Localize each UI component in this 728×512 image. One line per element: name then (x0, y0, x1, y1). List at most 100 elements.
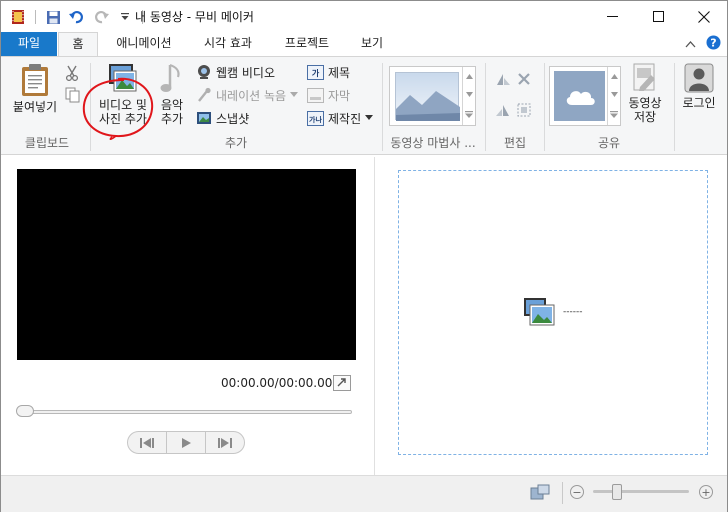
next-frame-icon (218, 437, 232, 448)
paste-button[interactable]: 붙여넣기 (9, 63, 61, 114)
tab-view[interactable]: 보기 (349, 32, 395, 56)
group-separator (544, 63, 545, 151)
group-label-share: 공유 (597, 136, 621, 150)
svg-text:가나: 가나 (309, 115, 322, 124)
webcam-label: 웹캠 비디오 (216, 65, 276, 80)
storyboard-hint-text: ------ (563, 307, 583, 317)
snapshot-button[interactable]: 스냅샷 (196, 108, 249, 128)
red-circle-annotation (82, 77, 154, 141)
group-label-edit: 편집 (503, 136, 527, 150)
share-gallery-scroll[interactable] (607, 67, 620, 125)
user-avatar-icon (684, 63, 714, 93)
snapshot-label: 스냅샷 (216, 111, 250, 126)
thumbnail-size-icon[interactable] (530, 484, 550, 503)
redo-icon[interactable] (92, 8, 110, 26)
playback-controls (127, 431, 245, 454)
sign-in-button[interactable]: 로그인 (677, 63, 721, 110)
cut-icon[interactable] (65, 65, 79, 84)
save-movie-button[interactable]: 동영상 저장 (623, 63, 667, 124)
app-icon[interactable] (9, 8, 27, 26)
tab-project[interactable]: 프로젝트 (271, 32, 343, 56)
snapshot-icon (197, 112, 211, 124)
add-music-label-2: 추가 (160, 112, 184, 126)
tab-home[interactable]: 홈 (58, 32, 98, 57)
theme-thumbnail[interactable] (395, 72, 460, 121)
group-label-automovie: 동영상 마법사 ... (390, 136, 476, 150)
group-separator (674, 63, 675, 151)
close-icon (698, 10, 710, 23)
collapse-ribbon-icon[interactable] (685, 37, 696, 51)
onedrive-share-tile[interactable] (554, 71, 605, 121)
minimize-button[interactable] (589, 1, 635, 32)
scroll-down-icon[interactable] (465, 92, 473, 98)
tab-file[interactable]: 파일 (1, 32, 57, 56)
add-music-label-1: 음악 (160, 98, 184, 112)
playback-timecode: 00:00.00/00:00.00 (221, 376, 333, 390)
rotate-left-icon[interactable] (495, 72, 511, 89)
credits-label: 제작진 (328, 111, 362, 126)
group-label-add: 추가 (224, 136, 248, 150)
customize-qat-icon[interactable] (116, 8, 134, 26)
add-music-button[interactable]: 음악 추가 (153, 63, 191, 126)
play-icon (182, 437, 191, 448)
zoom-in-button[interactable]: + (699, 485, 713, 499)
record-narration-button[interactable]: 내레이션 녹음 (196, 85, 299, 105)
scroll-down-icon[interactable] (610, 92, 618, 98)
tab-visual-effects[interactable]: 시각 효과 (191, 32, 265, 56)
scroll-up-icon[interactable] (465, 73, 473, 79)
tab-animations[interactable]: 애니메이션 (102, 32, 186, 56)
microphone-icon (198, 87, 211, 102)
seek-bar[interactable] (19, 410, 352, 414)
chevron-down-icon (365, 115, 374, 120)
remove-icon[interactable] (517, 72, 531, 89)
credits-button[interactable]: 가나 제작진 (307, 108, 374, 128)
title-bar: 내 동영상 - 무비 메이커 (1, 1, 727, 32)
qat-separator (35, 10, 36, 24)
add-media-icon (524, 298, 555, 326)
group-separator (485, 63, 486, 151)
title-icon: 가 (307, 64, 324, 80)
maximize-icon (652, 11, 664, 22)
fullscreen-icon[interactable] (333, 375, 351, 394)
svg-text:가: 가 (312, 68, 320, 78)
clipboard-paste-icon (22, 64, 48, 96)
save-icon[interactable] (44, 8, 62, 26)
webcam-icon (198, 65, 210, 79)
rotate-right-icon[interactable] (495, 103, 511, 120)
undo-icon[interactable] (68, 8, 86, 26)
previous-frame-button[interactable] (128, 432, 167, 453)
title-label: 제목 (328, 65, 351, 80)
gallery-scroll[interactable] (462, 67, 475, 125)
gallery-expand-icon[interactable] (465, 111, 473, 119)
zoom-out-button[interactable]: − (570, 485, 584, 499)
gallery-expand-icon[interactable] (610, 111, 618, 119)
cloud-icon (566, 91, 595, 105)
save-movie-icon (633, 63, 655, 91)
video-preview[interactable] (17, 169, 356, 360)
help-icon[interactable]: ? (706, 35, 721, 53)
pane-splitter[interactable] (374, 157, 375, 475)
select-all-icon[interactable] (517, 103, 531, 120)
next-frame-button[interactable] (206, 432, 244, 453)
close-button[interactable] (681, 1, 727, 32)
share-gallery[interactable] (549, 66, 621, 126)
scroll-up-icon[interactable] (610, 73, 618, 79)
zoom-slider-thumb[interactable] (612, 484, 622, 500)
caption-button[interactable]: 자막 (307, 85, 350, 105)
storyboard-hint[interactable]: ------ (523, 297, 583, 327)
paste-label: 붙여넣기 (12, 100, 58, 114)
status-separator (562, 482, 563, 504)
caption-label: 자막 (328, 88, 351, 103)
title-button[interactable]: 가 제목 (307, 62, 350, 82)
webcam-video-button[interactable]: 웹캠 비디오 (196, 62, 275, 82)
zoom-slider-track[interactable] (593, 490, 689, 493)
ribbon-right-controls: ? (685, 35, 721, 53)
automovie-theme-gallery[interactable] (389, 66, 476, 126)
play-button[interactable] (167, 432, 206, 453)
maximize-button[interactable] (635, 1, 681, 32)
landscape-thumbnail-icon (396, 91, 460, 121)
chevron-down-icon (290, 92, 299, 97)
window-title: 내 동영상 - 무비 메이커 (135, 10, 254, 24)
seek-thumb[interactable] (16, 405, 34, 417)
minimize-icon (606, 16, 618, 17)
